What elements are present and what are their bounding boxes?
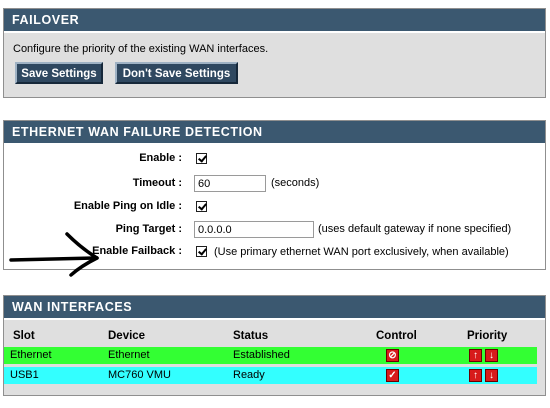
ping-target-input[interactable] xyxy=(194,221,314,238)
ping-idle-label: Enable Ping on Idle : xyxy=(73,200,182,212)
wan-title: WAN INTERFACES xyxy=(4,296,545,320)
enable-checkbox[interactable] xyxy=(196,153,207,164)
timeout-input[interactable] xyxy=(194,175,266,192)
failover-title: FAILOVER xyxy=(4,9,545,33)
col-slot: Slot xyxy=(13,330,35,342)
device-cell: MC760 VMU xyxy=(108,369,171,381)
arrow-down-icon[interactable]: ↓ xyxy=(485,369,498,382)
slot-cell: USB1 xyxy=(10,369,39,381)
arrow-up-icon[interactable]: ↑ xyxy=(469,369,482,382)
ping-target-note: (uses default gateway if none specified) xyxy=(318,223,512,235)
dont-save-settings-button[interactable]: Don't Save Settings xyxy=(115,62,238,84)
failover-description: Configure the priority of the existing W… xyxy=(13,43,269,55)
arrow-down-icon[interactable]: ↓ xyxy=(485,349,498,362)
device-cell: Ethernet xyxy=(108,349,150,361)
col-status: Status xyxy=(233,330,269,342)
stop-icon[interactable]: ⊘ xyxy=(386,349,399,362)
arrow-up-icon[interactable]: ↑ xyxy=(469,349,482,362)
slot-cell: Ethernet xyxy=(10,349,52,361)
col-priority: Priority xyxy=(467,330,508,342)
detection-title: ETHERNET WAN FAILURE DETECTION xyxy=(4,121,545,145)
failback-checkbox[interactable] xyxy=(196,246,207,257)
col-control: Control xyxy=(376,330,417,342)
table-row: Ethernet Ethernet Established ⊘ ↑ ↓ xyxy=(4,347,537,364)
failback-note: (Use primary ethernet WAN port exclusive… xyxy=(214,246,509,258)
table-row: USB1 MC760 VMU Ready ✓ ↑ ↓ xyxy=(4,367,537,384)
timeout-label: Timeout : xyxy=(132,177,182,189)
failover-panel: FAILOVER Configure the priority of the e… xyxy=(3,8,546,98)
enable-label: Enable : xyxy=(139,152,182,164)
check-icon[interactable]: ✓ xyxy=(386,369,399,382)
timeout-unit: (seconds) xyxy=(271,177,320,189)
status-cell: Ready xyxy=(233,369,265,381)
save-settings-button[interactable]: Save Settings xyxy=(15,62,103,84)
ping-idle-checkbox[interactable] xyxy=(196,201,207,212)
annotation-arrow-icon xyxy=(9,232,99,277)
col-device: Device xyxy=(108,330,146,342)
status-cell: Established xyxy=(233,349,290,361)
